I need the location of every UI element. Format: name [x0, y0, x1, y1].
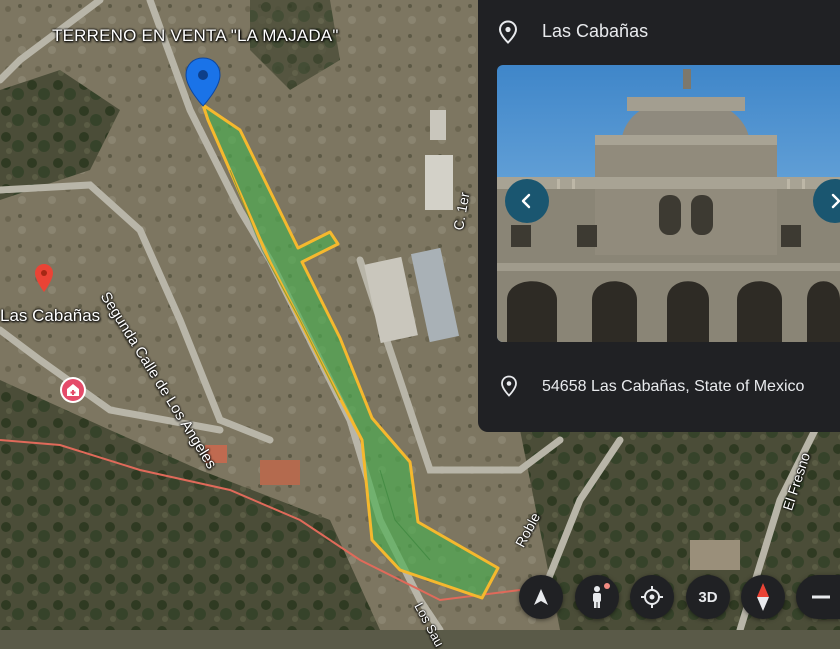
compass-button[interactable]	[741, 575, 785, 619]
place-info-card: Las Cabañas 54658 Las Cabañas, State of …	[478, 0, 840, 432]
pegman-icon	[593, 586, 601, 608]
place-address: 54658 Las Cabañas, State of Mexico	[542, 378, 805, 395]
navigation-arrow-icon	[534, 589, 548, 605]
navigation-button[interactable]	[519, 575, 563, 619]
address-row: 54658 Las Cabañas, State of Mexico	[478, 362, 840, 412]
zoom-out-button[interactable]	[796, 575, 840, 619]
location-pin-icon	[498, 20, 518, 44]
carousel-prev-button[interactable]	[505, 179, 549, 223]
parcel-title-label: TERRENO EN VENTA "LA MAJADA"	[52, 26, 339, 45]
my-location-icon	[641, 586, 663, 608]
location-pin-icon	[501, 375, 517, 397]
compass-icon	[757, 583, 769, 611]
card-title: Las Cabañas	[542, 21, 649, 41]
place-label[interactable]: Las Cabañas	[0, 306, 100, 326]
chevron-left-icon	[521, 193, 531, 209]
my-location-button[interactable]	[630, 575, 674, 619]
street-view-button[interactable]	[575, 575, 619, 619]
status-dot	[604, 583, 610, 589]
toggle-3d-button[interactable]: 3D	[686, 575, 730, 619]
place-pin-icon[interactable]	[34, 263, 54, 293]
zoom-out-icon	[812, 595, 830, 599]
chevron-right-icon	[831, 193, 840, 209]
location-pin-icon[interactable]	[184, 56, 222, 108]
place-photo[interactable]	[497, 65, 840, 342]
hospital-poi-icon[interactable]	[60, 377, 86, 403]
card-header: Las Cabañas	[478, 0, 840, 62]
